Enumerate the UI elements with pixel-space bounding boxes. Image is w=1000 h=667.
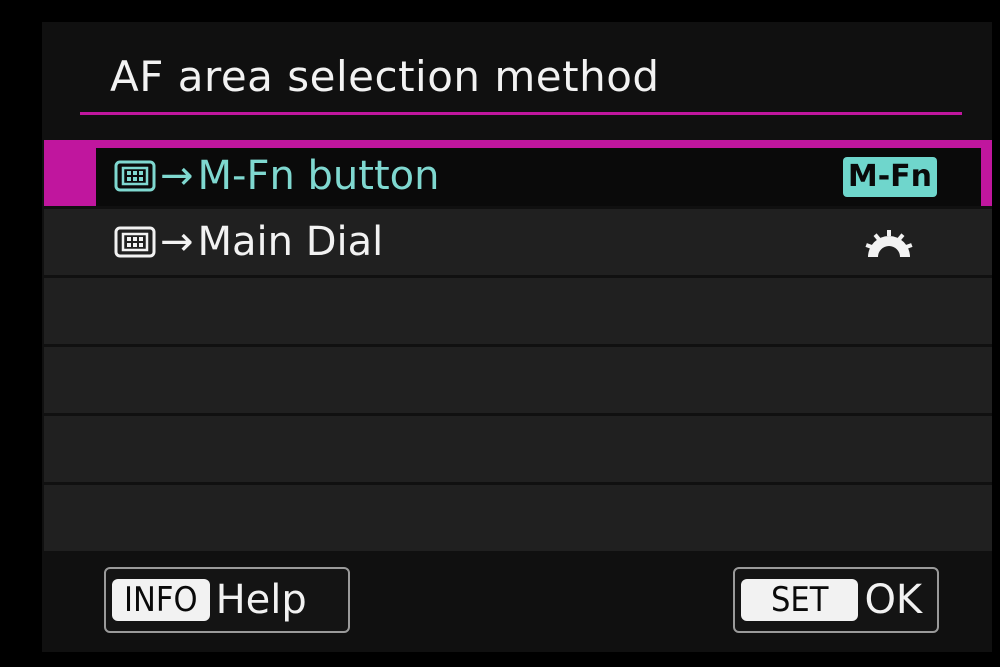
menu-item-empty: [44, 347, 992, 413]
menu-list: → M-Fn button M-Fn → Main Dial: [44, 140, 992, 554]
set-key: SET: [741, 579, 859, 621]
info-key: INFO: [112, 579, 210, 621]
menu-item-content: → Main Dial: [114, 209, 383, 275]
menu-item-empty: [44, 485, 992, 551]
menu-item-label: M-Fn button: [197, 153, 440, 199]
menu-item-main-dial[interactable]: → Main Dial: [44, 209, 992, 275]
main-dial-icon: [865, 230, 913, 257]
menu-item-mfn-button[interactable]: → M-Fn button M-Fn: [44, 140, 992, 206]
set-ok-button[interactable]: SET OK: [733, 567, 939, 633]
menu-item-label: Main Dial: [197, 219, 384, 265]
title-divider: [80, 112, 962, 115]
mfn-badge: M-Fn: [842, 157, 937, 197]
arrow-glyph: →: [160, 153, 194, 199]
page-title: AF area selection method: [110, 52, 660, 101]
help-label: Help: [215, 577, 307, 623]
menu-item-empty: [44, 278, 992, 344]
arrow-glyph: →: [160, 219, 194, 265]
menu-item-content: → M-Fn button: [114, 143, 439, 209]
info-help-button[interactable]: INFO Help: [104, 567, 350, 633]
af-area-icon: [114, 226, 156, 258]
ok-label: OK: [864, 577, 923, 623]
menu-item-empty: [44, 416, 992, 482]
af-area-icon: [114, 160, 156, 192]
